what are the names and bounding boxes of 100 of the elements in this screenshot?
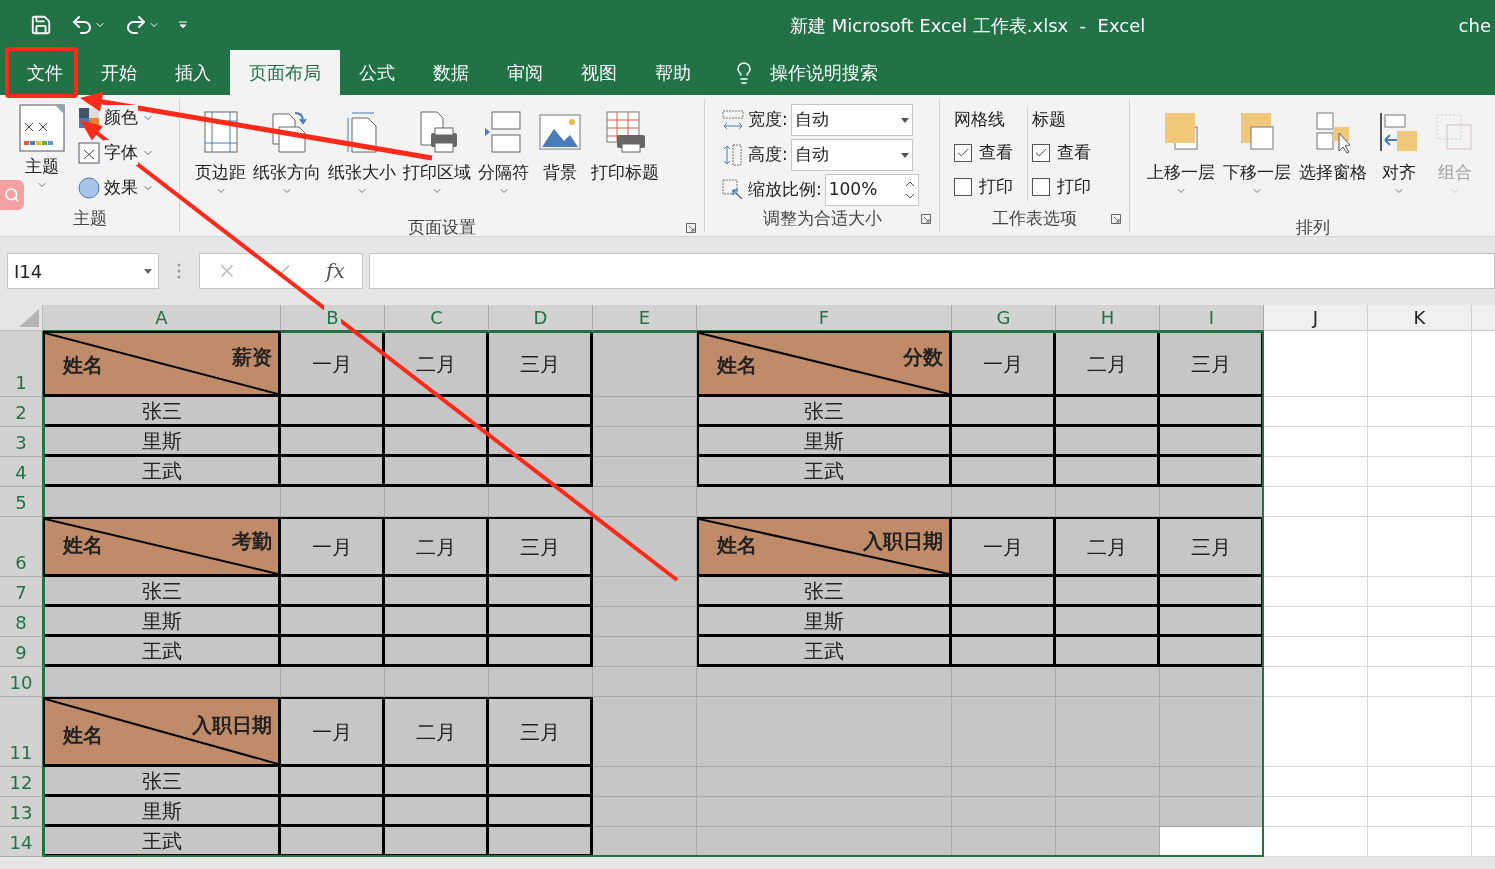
insert-function-button[interactable]: fx xyxy=(326,256,345,286)
dialog-launcher-icon[interactable] xyxy=(921,214,931,224)
undo-icon[interactable] xyxy=(70,13,106,37)
spinner-field[interactable]: 100% xyxy=(824,174,919,206)
month-label: 二月 xyxy=(415,533,456,561)
themes-button[interactable]: 主题 xyxy=(14,103,70,202)
column-header[interactable]: I xyxy=(1160,305,1264,331)
grid-cell xyxy=(1472,797,1495,827)
ribbon-tab[interactable]: 公式 xyxy=(340,50,414,95)
row-header[interactable]: 7 xyxy=(0,577,43,607)
dropdown-field[interactable]: 自动 xyxy=(790,104,913,136)
group-title: 调整为合适大小 xyxy=(762,207,882,231)
dropdown-field[interactable]: 自动 xyxy=(790,139,913,171)
column-header[interactable]: H xyxy=(1056,305,1160,331)
row-header[interactable]: 11 xyxy=(0,697,43,767)
name-box[interactable]: I14 xyxy=(7,253,159,289)
formula-input[interactable] xyxy=(369,253,1495,289)
row-header[interactable]: 6 xyxy=(0,517,43,577)
dialog-launcher-icon[interactable] xyxy=(686,222,696,233)
field-label: 缩放比例: xyxy=(748,178,822,202)
dropdown-arrow-icon xyxy=(900,117,909,123)
search-icon xyxy=(4,187,20,203)
tell-me-search[interactable]: 操作说明搜索 xyxy=(732,50,878,95)
row-header[interactable]: 13 xyxy=(0,797,43,827)
height-icon xyxy=(721,143,745,167)
column-header[interactable]: B xyxy=(281,305,385,331)
checkbox[interactable] xyxy=(954,178,972,196)
month-label: 三月 xyxy=(1190,533,1231,561)
option-checkbox[interactable]: 查看 xyxy=(954,139,1013,167)
name-label: 里斯 xyxy=(141,428,182,454)
ribbon-tab[interactable]: 视图 xyxy=(562,50,636,95)
ribbon-tab[interactable]: 插入 xyxy=(156,50,230,95)
grid-cell xyxy=(1472,637,1495,667)
ribbon-tab[interactable]: 页面布局 xyxy=(230,50,340,95)
column-header[interactable]: E xyxy=(593,305,697,331)
header-label: 姓名 xyxy=(717,532,757,559)
name-label: 张三 xyxy=(141,768,182,794)
column-header[interactable]: C xyxy=(385,305,489,331)
ribbon-tab[interactable]: 数据 xyxy=(414,50,488,95)
column-header[interactable]: G xyxy=(952,305,1056,331)
theme-option-button[interactable]: 效果 xyxy=(78,173,154,202)
ribbon-button[interactable]: 背景 xyxy=(533,103,587,215)
option-heading: 网格线 xyxy=(954,108,1006,131)
fonts-icon xyxy=(78,141,100,164)
ribbon-button[interactable]: 分隔符 xyxy=(475,103,532,215)
row-header[interactable]: 14 xyxy=(0,827,43,857)
grid-cell xyxy=(1472,767,1495,797)
row-header[interactable]: 5 xyxy=(0,487,43,517)
column-header[interactable]: J xyxy=(1264,305,1368,331)
customize-toolbar-icon[interactable] xyxy=(178,20,188,30)
spin-arrows-icon[interactable] xyxy=(904,179,915,201)
check-icon xyxy=(1034,146,1048,160)
checkbox[interactable] xyxy=(1032,144,1050,162)
month-label: 三月 xyxy=(519,350,560,378)
save-icon[interactable] xyxy=(30,14,52,36)
ribbon-button[interactable]: 打印标题 xyxy=(588,103,662,215)
group-title: 主题 xyxy=(72,207,107,231)
option-heading: 标题 xyxy=(1032,108,1067,131)
ribbon-button[interactable]: 对齐 xyxy=(1372,103,1426,215)
ribbon-tab[interactable]: 帮助 xyxy=(636,50,710,95)
group-title: 排列 xyxy=(1295,216,1330,239)
header-label: 分数 xyxy=(903,344,943,372)
header-label: 姓名 xyxy=(63,352,103,379)
grid-cell xyxy=(1472,517,1495,577)
option-checkbox[interactable]: 查看 xyxy=(1032,139,1091,167)
ribbon-button[interactable]: 纸张大小 xyxy=(325,103,399,215)
theme-option-button[interactable]: 字体 xyxy=(78,138,154,167)
column-header[interactable]: A xyxy=(43,305,281,331)
grip-icon xyxy=(177,263,181,279)
row-header[interactable]: 8 xyxy=(0,607,43,637)
option-checkbox[interactable]: 打印 xyxy=(954,173,1013,201)
ribbon-tab[interactable]: 文件 xyxy=(8,50,82,95)
ribbon-tab[interactable]: 审阅 xyxy=(488,50,562,95)
option-checkbox[interactable]: 打印 xyxy=(1032,173,1091,201)
column-header[interactable]: K xyxy=(1368,305,1472,331)
redo-icon[interactable] xyxy=(124,13,160,37)
effects-icon xyxy=(78,176,100,199)
row-header[interactable]: 12 xyxy=(0,767,43,797)
row-header[interactable]: 9 xyxy=(0,637,43,667)
row-header[interactable]: 4 xyxy=(0,457,43,487)
row-header[interactable]: 10 xyxy=(0,667,43,697)
ribbon-button[interactable]: 上移一层 xyxy=(1144,103,1218,215)
name-label: 里斯 xyxy=(141,798,182,824)
ribbon-button[interactable]: 选择窗格 xyxy=(1296,103,1370,215)
checkbox[interactable] xyxy=(954,144,972,162)
ribbon-tab[interactable]: 开始 xyxy=(82,50,156,95)
row-header[interactable]: 3 xyxy=(0,427,43,457)
name-label: 王武 xyxy=(141,458,182,484)
name-label: 王武 xyxy=(141,828,182,854)
grid-cell xyxy=(1472,697,1495,767)
name-label: 王武 xyxy=(804,458,844,484)
column-header[interactable]: F xyxy=(697,305,952,331)
ribbon-button[interactable]: 下移一层 xyxy=(1220,103,1294,215)
grid-cell xyxy=(1472,427,1495,457)
row-header[interactable]: 1 xyxy=(0,331,43,397)
header-label: 考勤 xyxy=(232,528,272,555)
row-header[interactable]: 2 xyxy=(0,397,43,427)
column-header[interactable]: D xyxy=(489,305,593,331)
dialog-launcher-icon[interactable] xyxy=(1111,214,1121,224)
checkbox[interactable] xyxy=(1032,178,1050,196)
